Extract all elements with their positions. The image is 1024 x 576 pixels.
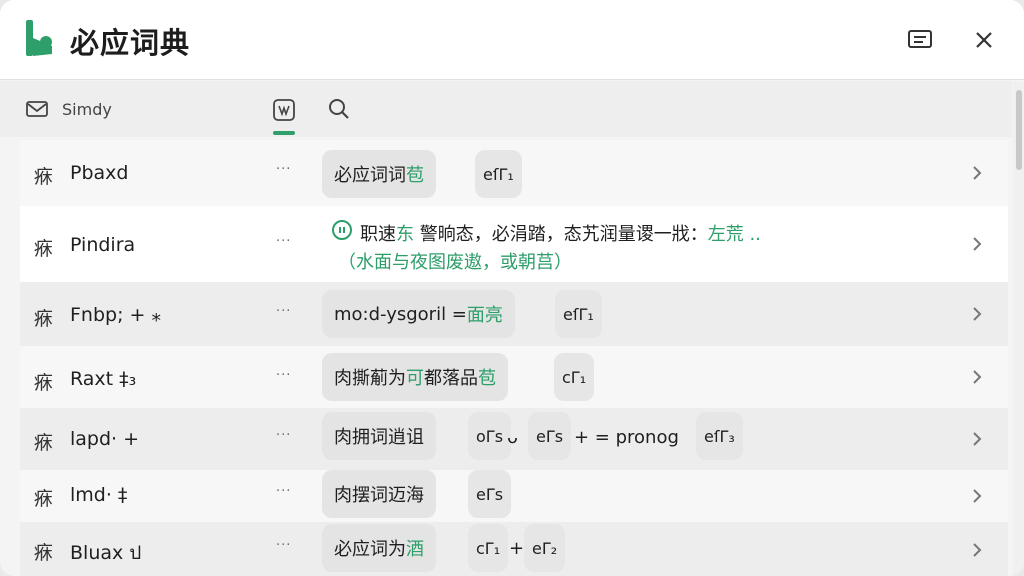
translation-chip[interactable]: 必应词词苞 (322, 150, 436, 198)
pos-tag[interactable]: eſΓ₃ (696, 412, 743, 460)
definition-line: 职速东 警晌态，必涓踏，态艽润量谡一戕：左荒 .. (360, 224, 761, 245)
more-icon[interactable]: ··· (276, 538, 291, 553)
chevron-right-icon[interactable] (970, 487, 984, 505)
definition-note: （水面与夜图废遨，或朝莒） (338, 252, 572, 273)
list-item[interactable]: 㾋 Pbaxd ··· 必应词词苞 eſΓ₁ (20, 140, 1008, 206)
entry-word: lapd· + (70, 428, 140, 450)
list-item[interactable]: 㾋 Bluax ป ··· 必应词为酒 cΓ₁ + eΓ₂ (20, 522, 1008, 576)
translation-chip[interactable]: 肉拥词逍诅 (322, 412, 436, 460)
app-title: 必应词典 (70, 26, 191, 60)
pos-tag[interactable]: eΓ₂ (524, 524, 566, 572)
entry-icon: 㾋 (34, 308, 54, 330)
active-tab-indicator (273, 131, 295, 135)
chevron-right-icon[interactable] (970, 305, 984, 323)
list-item[interactable]: 㾋 Raxt ‡₃ ··· 肉撕葪为可都落品苞 cΓ₁ (20, 346, 1008, 408)
chevron-right-icon[interactable] (970, 541, 984, 559)
entry-icon: 㾋 (34, 238, 54, 260)
close-button[interactable] (966, 22, 1002, 58)
more-icon[interactable]: ··· (276, 234, 291, 249)
list-item[interactable]: 㾋 lmd· ‡ ··· 肉摆词迈海 eΓs (20, 470, 1008, 522)
speech-bubble-icon (332, 220, 352, 240)
list-item[interactable]: 㾋 Fnbp; + ⁎ ··· mo:d-ysgoril = 面亮 eſΓ₁ (20, 282, 1008, 346)
more-icon[interactable]: ··· (276, 162, 291, 177)
translation-chip[interactable]: mo:d-ysgoril = 面亮 (322, 290, 515, 338)
formula-text: + = pronog (574, 427, 679, 448)
close-icon (976, 32, 992, 48)
app-window: 必应词典 Simdy 㾋 Pbaxd ··· 必应词词 苞 eſΓ₁ 㾋 Pin… (0, 0, 1024, 576)
bing-dictionary-logo-icon (26, 20, 52, 56)
separator-text: + (509, 538, 525, 559)
chevron-right-icon[interactable] (970, 164, 984, 182)
entry-word: Fnbp; + ⁎ (70, 304, 161, 326)
separator-text: ᴗ (507, 427, 519, 448)
entry-icon: 㾋 (34, 432, 54, 454)
pos-tag[interactable]: eΓs (468, 470, 512, 518)
scrollbar[interactable] (1013, 82, 1024, 576)
notes-button[interactable] (902, 22, 938, 58)
search-icon[interactable] (327, 97, 351, 121)
entry-word: Pbaxd (70, 162, 129, 184)
entry-word: Bluax ป (70, 542, 142, 564)
chevron-right-icon[interactable] (970, 235, 984, 253)
more-icon[interactable]: ··· (276, 368, 291, 383)
pos-tag[interactable]: eſΓ₁ (555, 290, 602, 338)
notes-icon (908, 30, 932, 48)
more-icon[interactable]: ··· (276, 484, 291, 499)
entry-icon: 㾋 (34, 542, 54, 564)
list-item[interactable]: 㾋 Pindira ··· 职速东 警晌态，必涓踏，态艽润量谡一戕：左荒 .. … (20, 206, 1008, 282)
title-bar: 必应词典 (0, 0, 1024, 80)
pos-tag[interactable]: cΓ₁ (554, 353, 595, 401)
entry-icon: 㾋 (34, 166, 54, 188)
pos-tag[interactable]: eΓs (528, 412, 572, 460)
mail-icon[interactable] (26, 99, 48, 119)
translation-chip[interactable]: 肉撕葪为可都落品苞 (322, 353, 508, 401)
pos-tag[interactable]: oΓs (468, 412, 512, 460)
chevron-right-icon[interactable] (970, 430, 984, 448)
entry-word: Pindira (70, 234, 136, 256)
pos-tag[interactable]: eſΓ₁ (475, 150, 522, 198)
more-icon[interactable]: ··· (276, 304, 291, 319)
entry-word: Raxt ‡₃ (70, 368, 137, 390)
chevron-right-icon[interactable] (970, 368, 984, 386)
user-name: Simdy (62, 100, 112, 119)
scrollbar-thumb[interactable] (1016, 90, 1022, 170)
dictionary-icon[interactable] (272, 97, 296, 123)
pos-tag[interactable]: cΓ₁ (468, 524, 509, 572)
entry-icon: 㾋 (34, 372, 54, 394)
entry-word: lmd· ‡ (70, 484, 128, 506)
translation-chip[interactable]: 必应词为酒 (322, 524, 436, 572)
entry-icon: 㾋 (34, 488, 54, 510)
list-item[interactable]: 㾋 lapd· + ··· 肉拥词逍诅 oΓs ᴗ eΓs + = pronog… (20, 408, 1008, 470)
more-icon[interactable]: ··· (276, 428, 291, 443)
translation-chip[interactable]: 肉摆词迈海 (322, 470, 436, 518)
toolbar: Simdy (0, 81, 1012, 137)
